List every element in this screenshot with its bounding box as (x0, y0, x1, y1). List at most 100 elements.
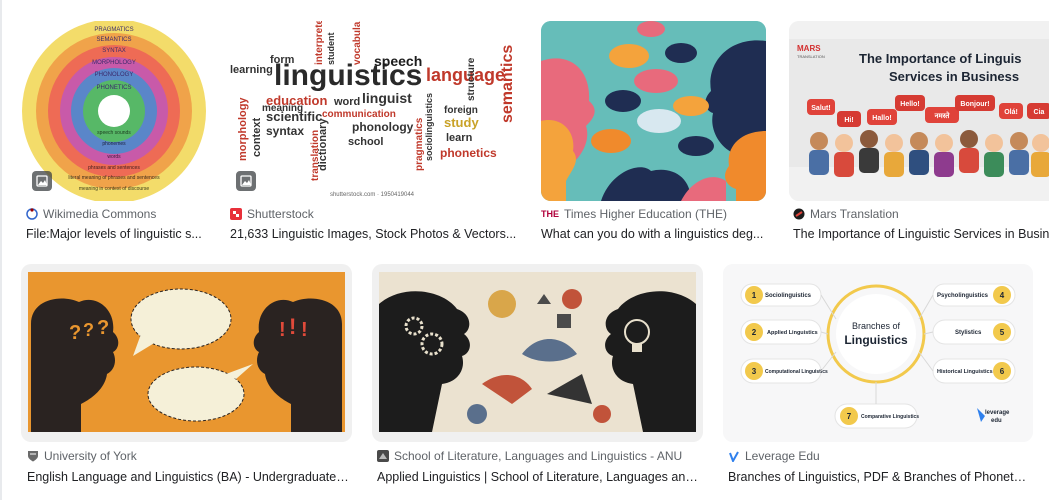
word: syntax (266, 124, 304, 138)
exclamation-marks: ! (301, 319, 308, 341)
word: word (333, 96, 360, 108)
word: translation (310, 130, 321, 181)
source-name: Leverage Edu (745, 449, 820, 463)
result-title[interactable]: What can you do with a linguistics deg..… (541, 227, 769, 241)
svg-text:Comparative Linguistics: Comparative Linguistics (861, 414, 919, 420)
result-title[interactable]: Branches of Linguistics, PDF & Branches … (728, 470, 1028, 484)
branch-item: 7 Comparative Linguistics (834, 403, 919, 429)
left-edge (0, 0, 2, 500)
svg-text:6: 6 (1000, 367, 1005, 376)
word: interpreter (314, 21, 325, 65)
question-marks: ? (83, 320, 94, 340)
ring-label: SYNTAX (102, 48, 126, 54)
svg-text:Sociolinguistics: Sociolinguistics (765, 293, 812, 299)
result-thumbnail[interactable]: PRAGMATICS SEMANTICS SYNTAX MORPHOLOGY P… (22, 21, 207, 201)
result-source[interactable]: THE Times Higher Education (THE) (541, 207, 727, 221)
result-title[interactable]: File:Major levels of linguistic s... (26, 227, 206, 241)
result-thumbnail[interactable]: MARS TRANSLATION The Importance of Lingu… (789, 21, 1049, 201)
inner-label: literal meaning of phrases and sentences (68, 175, 160, 181)
shutterstock-icon (230, 208, 242, 220)
svg-text:1: 1 (752, 291, 757, 300)
exclamation-marks: ! (279, 319, 286, 341)
the-logo-icon: THE (541, 209, 559, 219)
result-thumbnail[interactable]: Branches of Linguistics 1 Sociolinguisti… (723, 264, 1033, 442)
result-title[interactable]: English Language and Linguistics (BA) - … (27, 470, 352, 484)
result-title[interactable]: The Importance of Linguistic Services in… (793, 227, 1049, 241)
mars-icon (793, 208, 805, 220)
source-name: Mars Translation (810, 207, 899, 221)
result-source[interactable]: School of Literature, Languages and Ling… (377, 449, 682, 463)
silhouettes-question-image: ? ? ? ! ! ! (28, 272, 345, 432)
branch-item: 5 Stylistics (932, 319, 1016, 345)
inner-label: meaning in context of discourse (79, 186, 150, 192)
headline: Services in Business (889, 69, 1019, 84)
source-name: School of Literature, Languages and Ling… (394, 449, 683, 463)
greeting-bubble: Hallo! (872, 115, 891, 122)
ring-label: SEMANTICS (96, 37, 131, 43)
svg-text:Historical Linguistics: Historical Linguistics (937, 369, 993, 375)
result-source[interactable]: Leverage Edu (728, 449, 820, 464)
result-title[interactable]: Applied Linguistics | School of Literatu… (377, 470, 702, 484)
exclamation-marks: ! (289, 314, 296, 339)
word: student (326, 32, 336, 65)
svg-text:5: 5 (1000, 328, 1005, 337)
word: school (348, 136, 383, 148)
word: vocabulary (352, 21, 363, 65)
word: context (251, 118, 263, 157)
branch-item: 2 Applied Linguistics (740, 319, 822, 345)
anu-icon (377, 450, 389, 462)
branch-item: 4 Psycholinguistics (932, 283, 1016, 307)
ring-label: MORPHOLOGY (92, 60, 136, 66)
inner-label: speech sounds (97, 130, 131, 136)
svg-text:2: 2 (752, 328, 757, 337)
word: meaning (262, 103, 303, 114)
speech-heads-illustration (541, 21, 766, 201)
result-source[interactable]: Wikimedia Commons (26, 207, 156, 221)
source-name: Shutterstock (247, 207, 314, 221)
word: study (444, 115, 479, 130)
svg-text:3: 3 (752, 367, 757, 376)
watermark: shutterstock.com · 1950419044 (330, 192, 415, 198)
branch-item: 1 Sociolinguistics (740, 283, 822, 307)
word: learn (446, 132, 473, 144)
greeting-bubble: नमस्ते (934, 111, 951, 120)
svg-text:Psycholinguistics: Psycholinguistics (937, 293, 989, 299)
ring-label: PHONOLOGY (95, 72, 134, 78)
applied-linguistics-image (379, 272, 696, 432)
leverage-logo: leverage (985, 410, 1010, 416)
leverage-edu-icon (728, 450, 740, 464)
word: semantics (499, 45, 516, 123)
branch-item: 3 Computational Linguistics (740, 358, 828, 384)
brand-logo: MARS (797, 44, 821, 53)
brand-sub: TRANSLATION (797, 54, 825, 59)
result-thumbnail[interactable]: linguistics language speech semantics le… (226, 21, 518, 201)
inner-label: phrases and sentences (88, 165, 140, 171)
result-thumbnail[interactable]: ? ? ? ! ! ! (21, 264, 352, 442)
result-source[interactable]: University of York (27, 449, 137, 463)
diagram-center-label: Linguistics (844, 333, 908, 347)
result-title[interactable]: 21,633 Linguistic Images, Stock Photos &… (230, 227, 520, 241)
word: sociolinguistics (424, 93, 434, 161)
wikimedia-icon (26, 208, 38, 220)
svg-text:4: 4 (1000, 291, 1005, 300)
word: phonetics (440, 146, 497, 160)
greeting-bubble: Cia (1034, 109, 1045, 116)
leverage-logo: edu (991, 418, 1002, 424)
ring-label: PHONETICS (96, 85, 131, 91)
image-icon (236, 171, 256, 191)
inner-label: phonemes (102, 141, 126, 147)
diagram-center-label: Branches of (852, 321, 901, 331)
result-thumbnail[interactable] (372, 264, 703, 442)
york-crest-icon (27, 450, 39, 462)
word: morphology (237, 97, 249, 161)
result-thumbnail[interactable] (541, 21, 766, 201)
word: linguist (362, 90, 412, 106)
result-source[interactable]: Mars Translation (793, 207, 899, 221)
greeting-bubble: Salut! (811, 105, 830, 112)
branch-item: 6 Historical Linguistics (932, 358, 1016, 384)
mars-translation-banner: MARS TRANSLATION The Importance of Lingu… (789, 21, 1049, 201)
question-marks: ? (97, 317, 109, 339)
source-name: Times Higher Education (THE) (564, 207, 727, 221)
svg-text:Stylistics: Stylistics (955, 330, 982, 336)
result-source[interactable]: Shutterstock (230, 207, 314, 221)
